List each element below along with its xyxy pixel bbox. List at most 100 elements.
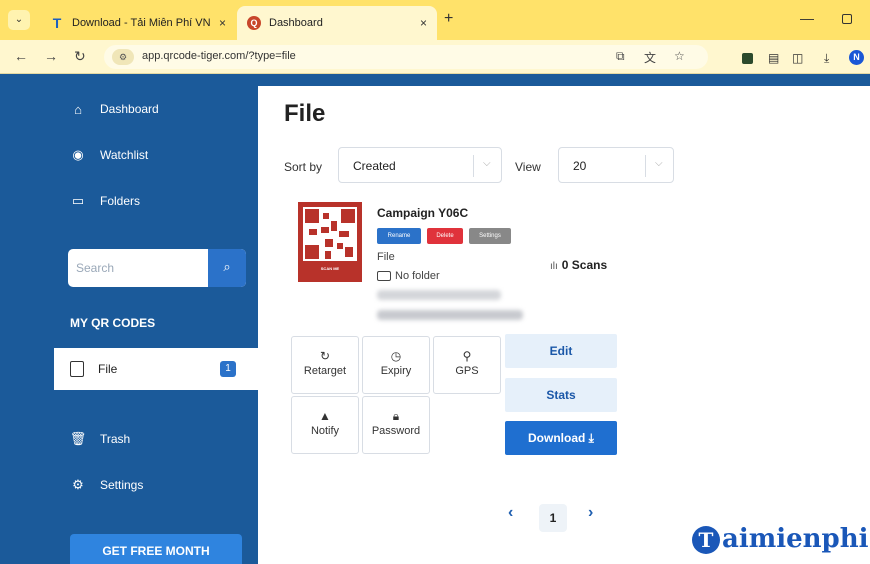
sidebar-item-label: Settings — [100, 478, 144, 492]
tab-favicon: T — [52, 15, 62, 31]
browser-tab-download[interactable]: T Download - Tải Miễn Phí VN - × — [40, 6, 236, 40]
extensions-puzzle-icon[interactable]: ◫ — [792, 51, 803, 65]
sidebar-item-label: Trash — [100, 432, 131, 446]
download-icon: ⤓ — [588, 431, 594, 445]
maximize-icon[interactable] — [842, 14, 852, 24]
clock-icon: ◷ — [390, 349, 402, 363]
watermark-logo: T aimienphi — [692, 522, 870, 564]
folder-icon: ▭ — [71, 193, 85, 208]
get-free-month-button[interactable]: GET FREE MONTH — [70, 534, 242, 564]
download-icon[interactable]: ⤓ — [824, 51, 829, 66]
sidebar-item-label: Folders — [100, 194, 141, 208]
tool-label: Password — [371, 425, 421, 437]
new-tab-button[interactable]: + — [444, 10, 453, 28]
download-button[interactable]: Download ⤓ — [505, 421, 617, 455]
search-input[interactable] — [68, 249, 208, 287]
tab-search-button[interactable]: ⌄ — [8, 10, 30, 30]
page-title: File — [284, 100, 326, 127]
delete-button[interactable]: Delete — [427, 228, 463, 244]
edit-button[interactable]: Edit — [505, 334, 617, 368]
reload-icon[interactable]: ↻ — [74, 48, 86, 65]
bar-chart-icon: ılı — [550, 261, 558, 272]
pin-icon: ⚲ — [462, 349, 472, 363]
count-badge: 1 — [220, 361, 236, 377]
sidebar-item-label: Dashboard — [100, 102, 159, 116]
tool-label: Retarget — [303, 365, 347, 377]
translate-icon[interactable]: 文 — [644, 49, 656, 66]
sidebar-item-dashboard[interactable]: ⌂ Dashboard — [54, 94, 258, 124]
forward-icon[interactable]: → — [44, 48, 58, 64]
sidebar-item-settings[interactable]: ⚙ Settings — [54, 470, 258, 500]
main-panel: File Sort by Created ⌵ View 20 ⌵ SCAN ME… — [258, 86, 870, 564]
lock-icon: 🔒︎ — [392, 409, 400, 423]
gps-button[interactable]: ⚲ GPS — [433, 336, 501, 394]
home-icon: ⌂ — [74, 101, 82, 117]
sidebar: ⌂ Dashboard ◉ Watchlist ▭ Folders ⌕ MY Q… — [54, 86, 258, 564]
blurred-line — [377, 290, 501, 300]
url-text[interactable]: app.qrcode-tiger.com/?type=file — [142, 50, 296, 62]
sidebar-item-folders[interactable]: ▭ Folders — [54, 186, 258, 216]
tool-label: GPS — [455, 365, 479, 377]
back-icon[interactable]: ← — [14, 48, 28, 64]
search-button[interactable]: ⌕ — [208, 249, 246, 287]
tab-title: Download - Tải Miễn Phí VN - — [72, 17, 213, 29]
select-divider — [473, 155, 474, 177]
campaign-folder: No folder — [377, 270, 440, 282]
sort-label: Sort by — [284, 160, 323, 174]
browser-tab-dashboard[interactable]: Q Dashboard × — [237, 6, 437, 40]
gear-icon: ⚙ — [72, 477, 84, 492]
sidebar-item-label: File — [98, 362, 118, 376]
campaign-type: File — [377, 251, 395, 263]
sidebar-item-trash[interactable]: 🗑 Trash — [54, 424, 258, 454]
expiry-button[interactable]: ◷ Expiry — [362, 336, 430, 394]
sidebar-item-label: Watchlist — [100, 148, 149, 162]
bookmark-star-icon[interactable]: ☆ — [674, 49, 685, 63]
browser-toolbar: ← → ↻ ⚙ app.qrcode-tiger.com/?type=file … — [0, 40, 870, 74]
minimize-icon[interactable]: — — [800, 10, 814, 26]
folder-icon — [377, 271, 391, 281]
chevron-down-icon: ⌵ — [655, 158, 663, 169]
sidebar-item-file[interactable]: File 1 — [54, 348, 258, 390]
qr-code-image[interactable]: SCAN ME — [298, 202, 362, 282]
eye-icon: ◉ — [72, 147, 84, 162]
close-icon[interactable]: × — [219, 16, 226, 30]
tab-title: Dashboard — [269, 17, 323, 29]
sort-select[interactable]: Created ⌵ — [338, 147, 502, 183]
logo-text: aimienphi — [722, 524, 869, 554]
search-box: ⌕ — [68, 249, 246, 287]
prev-page-button[interactable]: ‹ — [508, 504, 513, 522]
view-select[interactable]: 20 ⌵ — [558, 147, 674, 183]
page-number[interactable]: 1 — [539, 504, 567, 532]
install-icon[interactable]: ⧉ — [616, 49, 625, 64]
view-value: 20 — [573, 159, 587, 173]
reading-list-icon[interactable]: ▤ — [768, 51, 779, 65]
campaign-name: Campaign Y06C — [377, 206, 469, 220]
retarget-button[interactable]: ↻ Retarget — [291, 336, 359, 394]
address-bar[interactable]: ⚙ app.qrcode-tiger.com/?type=file ⧉ 文 ☆ — [104, 45, 708, 69]
tool-label: Expiry — [380, 365, 412, 377]
password-button[interactable]: 🔒︎ Password — [362, 396, 430, 454]
browser-tab-strip: ⌄ T Download - Tải Miễn Phí VN - × Q Das… — [0, 0, 870, 40]
select-divider — [645, 155, 646, 177]
next-page-button[interactable]: › — [588, 504, 593, 522]
notify-button[interactable]: ▲ Notify — [291, 396, 359, 454]
file-icon — [70, 361, 84, 377]
settings-button[interactable]: Settings — [469, 228, 511, 244]
rename-button[interactable]: Rename — [377, 228, 421, 244]
site-info-icon[interactable]: ⚙ — [112, 49, 134, 65]
close-icon[interactable]: × — [420, 16, 427, 30]
stats-button[interactable]: Stats — [505, 378, 617, 412]
blurred-line — [377, 310, 523, 320]
tab-favicon: Q — [247, 16, 261, 30]
logo-initial: T — [692, 526, 720, 554]
extension-icon[interactable] — [742, 53, 753, 64]
profile-avatar[interactable]: N — [849, 50, 864, 65]
search-icon: ⌕ — [223, 259, 231, 274]
qr-pattern — [303, 207, 357, 261]
sidebar-item-watchlist[interactable]: ◉ Watchlist — [54, 140, 258, 170]
bell-icon: ▲ — [319, 409, 331, 423]
trash-icon: 🗑 — [69, 431, 87, 446]
qr-caption: SCAN ME — [320, 266, 340, 271]
view-label: View — [515, 160, 541, 174]
sort-value: Created — [353, 159, 396, 173]
